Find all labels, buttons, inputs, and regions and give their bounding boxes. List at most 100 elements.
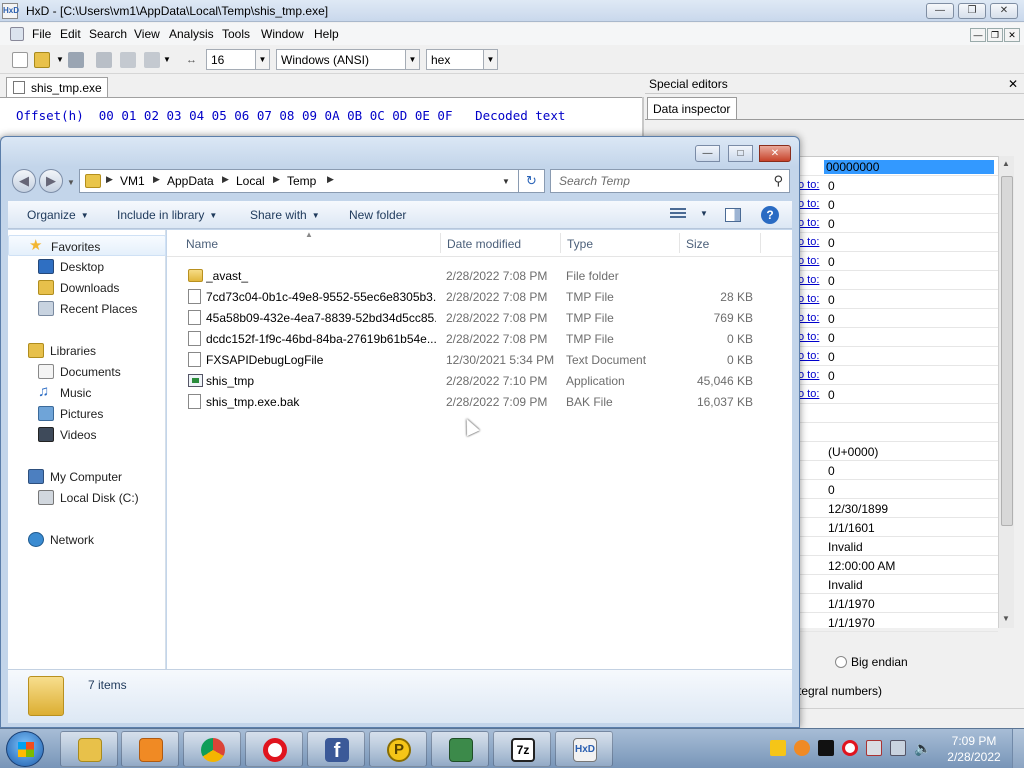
inspector-row[interactable]: o to: 0 xyxy=(798,271,998,290)
open-dropdown-icon[interactable]: ▼ xyxy=(56,52,64,68)
hxd-doc-icon[interactable] xyxy=(10,27,24,41)
breadcrumb-separator-icon[interactable]: ▶ xyxy=(106,174,113,185)
tab-shis-tmp-exe[interactable]: shis_tmp.exe xyxy=(6,77,108,97)
inspector-value[interactable]: 1/1/1970 xyxy=(828,597,875,611)
taskbar-p-app-button[interactable]: P xyxy=(369,731,427,767)
inspector-value[interactable]: 0 xyxy=(828,198,835,212)
chevron-down-icon[interactable]: ▼ xyxy=(255,50,269,69)
explorer-minimize-button[interactable]: — xyxy=(695,145,720,162)
tray-black-app-icon[interactable] xyxy=(818,740,834,756)
inspector-value[interactable]: 12/30/1899 xyxy=(828,502,888,516)
taskbar-explorer-button[interactable] xyxy=(60,731,118,767)
new-folder-button[interactable]: New folder xyxy=(349,208,406,222)
inspector-value[interactable]: 0 xyxy=(828,293,835,307)
inspector-row[interactable]: 12/30/1899 xyxy=(798,499,998,518)
scroll-thumb[interactable] xyxy=(1001,176,1013,526)
show-desktop-button[interactable] xyxy=(1012,729,1024,768)
display-mode-select[interactable]: hex ▼ xyxy=(426,49,498,70)
sidebar-item-documents[interactable]: Documents xyxy=(8,361,166,382)
inspector-row[interactable]: o to: 0 xyxy=(798,290,998,309)
taskbar-hxd-button[interactable]: HxD xyxy=(555,731,613,767)
chevron-down-icon[interactable]: ▼ xyxy=(483,50,497,69)
inspector-row[interactable]: Invalid xyxy=(798,537,998,556)
search-input[interactable]: Search Temp ⚲ xyxy=(550,169,790,193)
properties-icon[interactable] xyxy=(144,52,160,68)
menu-window[interactable]: Window xyxy=(261,27,304,41)
taskbar-opera-button[interactable] xyxy=(245,731,303,767)
mdi-restore-button[interactable]: ❐ xyxy=(987,28,1003,42)
properties-dropdown-icon[interactable]: ▼ xyxy=(163,52,171,68)
inspector-value[interactable]: 0 xyxy=(828,388,835,402)
preview-pane-icon[interactable] xyxy=(725,208,741,222)
inspector-row[interactable]: 00000000 xyxy=(798,157,998,176)
address-dropdown-icon[interactable]: ▼ xyxy=(502,177,510,186)
menu-search[interactable]: Search xyxy=(89,27,127,41)
column-divider[interactable] xyxy=(440,233,441,253)
column-name[interactable]: Name xyxy=(186,237,218,251)
bytes-per-row-select[interactable]: 16 ▼ xyxy=(206,49,270,70)
sidebar-item-local-disk[interactable]: Local Disk (C:) xyxy=(8,487,166,508)
inspector-row[interactable]: o to: 0 xyxy=(798,366,998,385)
sidebar-item-pictures[interactable]: Pictures xyxy=(8,403,166,424)
taskbar-monitor-app-button[interactable] xyxy=(431,731,489,767)
recent-pages-dropdown-icon[interactable]: ▼ xyxy=(67,178,75,187)
goto-link[interactable]: o to: xyxy=(798,312,822,324)
hxd-minimize-button[interactable]: — xyxy=(926,3,954,19)
goto-link[interactable]: o to: xyxy=(798,198,822,210)
goto-link[interactable]: o to: xyxy=(798,217,822,229)
breadcrumb-appdata[interactable]: AppData xyxy=(167,174,214,188)
inspector-row[interactable]: 1/1/1601 xyxy=(798,518,998,537)
address-bar[interactable]: ▶ VM1 ▶ AppData ▶ Local ▶ Temp ▶ ▼ xyxy=(79,169,519,193)
inspector-row[interactable]: (U+0000) xyxy=(798,442,998,461)
hxd-close-button[interactable]: ✕ xyxy=(990,3,1018,19)
inspector-row[interactable]: 0 xyxy=(798,480,998,499)
organize-button[interactable]: Organize ▼ xyxy=(27,208,89,222)
search-icon[interactable]: ⚲ xyxy=(773,173,783,189)
refresh-icon[interactable]: ↻ xyxy=(519,169,545,193)
print-icon[interactable] xyxy=(120,52,136,68)
inspector-value[interactable]: 0 xyxy=(828,350,835,364)
column-divider[interactable] xyxy=(679,233,680,253)
breadcrumb-temp[interactable]: Temp xyxy=(287,174,316,188)
inspector-value[interactable]: 1/1/1601 xyxy=(828,521,875,535)
hxd-title-bar[interactable]: HxD HxD - [C:\Users\vm1\AppData\Local\Te… xyxy=(0,0,1024,22)
goto-link[interactable]: o to: xyxy=(798,388,822,400)
sidebar-item-downloads[interactable]: Downloads xyxy=(8,277,166,298)
help-icon[interactable]: ? xyxy=(761,206,779,224)
data-inspector-scrollbar[interactable]: ▲ ▼ xyxy=(998,156,1014,628)
goto-link[interactable]: o to: xyxy=(798,331,822,343)
breadcrumb-local[interactable]: Local xyxy=(236,174,265,188)
file-row[interactable]: _avast_ 2/28/2022 7:08 PM File folder xyxy=(167,265,792,286)
inspector-row[interactable]: o to: 0 xyxy=(798,176,998,195)
inspector-value[interactable]: 00000000 xyxy=(824,160,994,174)
breadcrumb-separator-icon[interactable]: ▶ xyxy=(222,174,229,185)
column-type[interactable]: Type xyxy=(567,237,593,251)
inspector-row[interactable]: o to: 0 xyxy=(798,385,998,404)
data-inspector-grid[interactable]: 00000000 o to: 0 o to: 0 o to: 0 o to: 0 o to: 0 o … xyxy=(798,156,998,632)
inspector-value[interactable]: 0 xyxy=(828,274,835,288)
sidebar-item-music[interactable]: ♫ Music xyxy=(8,382,166,403)
new-file-icon[interactable] xyxy=(12,52,28,68)
sidebar-item-recent-places[interactable]: Recent Places xyxy=(8,298,166,319)
inspector-value[interactable]: Invalid xyxy=(828,578,863,592)
open-file-icon[interactable] xyxy=(34,52,50,68)
back-button[interactable]: ◀ xyxy=(12,169,36,193)
view-options-dropdown-icon[interactable]: ▼ xyxy=(700,209,708,218)
breadcrumb-separator-icon[interactable]: ▶ xyxy=(273,174,280,185)
tray-p-app-icon[interactable] xyxy=(770,740,786,756)
column-size[interactable]: Size xyxy=(686,237,709,251)
inspector-row[interactable]: o to: 0 xyxy=(798,328,998,347)
column-divider[interactable] xyxy=(560,233,561,253)
goto-link[interactable]: o to: xyxy=(798,293,822,305)
tab-data-inspector[interactable]: Data inspector xyxy=(647,97,737,119)
inspector-value[interactable]: 0 xyxy=(828,236,835,250)
inspector-value[interactable]: Invalid xyxy=(828,540,863,554)
inspector-value[interactable]: 12:00:00 AM xyxy=(828,559,895,573)
include-in-library-button[interactable]: Include in library ▼ xyxy=(117,208,217,222)
explorer-close-button[interactable]: ✕ xyxy=(759,145,791,162)
save-icon[interactable] xyxy=(68,52,84,68)
inspector-value[interactable]: 0 xyxy=(828,217,835,231)
inspector-value[interactable]: 0 xyxy=(828,312,835,326)
file-row[interactable]: FXSAPIDebugLogFile 12/30/2021 5:34 PM Text… xyxy=(167,349,792,370)
inspector-row[interactable]: o to: 0 xyxy=(798,214,998,233)
